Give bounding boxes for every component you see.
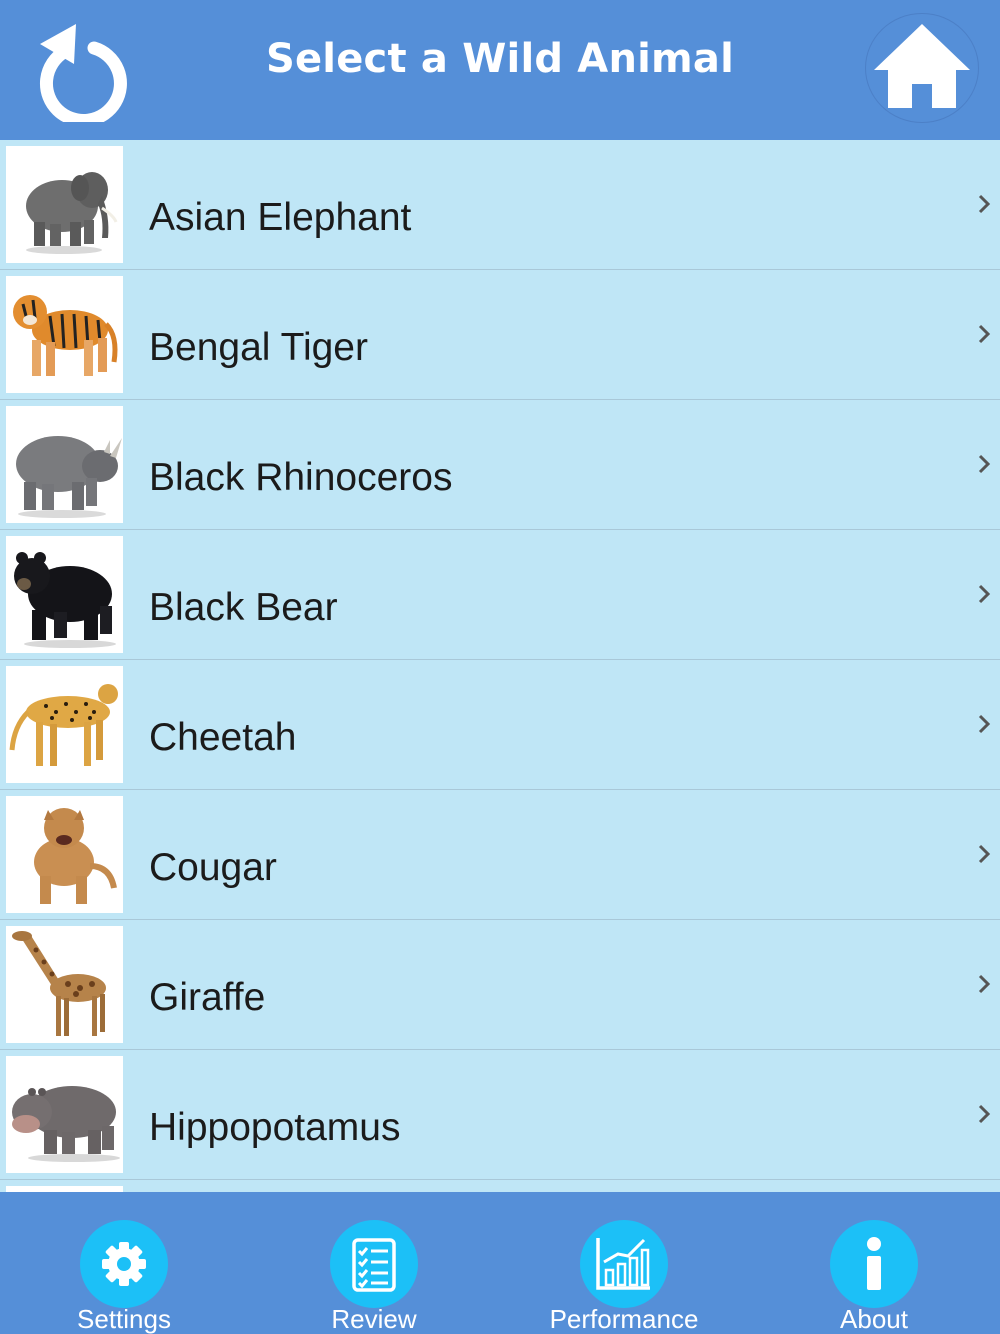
header-bar: Select a Wild Animal xyxy=(0,0,1000,140)
list-item-label: Giraffe xyxy=(149,976,266,1019)
list-item-giraffe[interactable]: Giraffe xyxy=(0,920,1000,1050)
list-item-label: Cougar xyxy=(149,846,277,889)
settings-button[interactable] xyxy=(80,1220,168,1308)
performance-button[interactable] xyxy=(580,1220,668,1308)
list-item-label: Asian Elephant xyxy=(149,196,412,239)
chevron-right-icon xyxy=(978,324,991,344)
about-button[interactable] xyxy=(830,1220,918,1308)
chevron-right-icon xyxy=(978,844,991,864)
giraffe-image xyxy=(6,926,123,1043)
list-item-cougar[interactable]: Cougar xyxy=(0,790,1000,920)
home-icon xyxy=(874,24,970,108)
page-title: Select a Wild Animal xyxy=(265,36,735,82)
hippopotamus-image xyxy=(6,1056,123,1173)
list-item-partial[interactable] xyxy=(0,1180,1000,1192)
tab-label: Performance xyxy=(549,1304,699,1334)
tab-label: Review xyxy=(331,1304,417,1334)
list-item-bengal-tiger[interactable]: Bengal Tiger xyxy=(0,270,1000,400)
checklist-icon xyxy=(352,1238,396,1292)
tab-label: Settings xyxy=(77,1304,171,1334)
review-button[interactable] xyxy=(330,1220,418,1308)
list-item-label: Black Bear xyxy=(149,586,338,629)
tab-performance[interactable]: Performance xyxy=(524,1192,724,1334)
list-item-black-rhinoceros[interactable]: Black Rhinoceros xyxy=(0,400,1000,530)
chevron-right-icon xyxy=(978,1104,991,1124)
list-item-label: Bengal Tiger xyxy=(149,326,368,369)
chevron-right-icon xyxy=(978,714,991,734)
chevron-right-icon xyxy=(978,584,991,604)
tab-label: About xyxy=(840,1304,908,1334)
cheetah-image xyxy=(6,666,123,783)
asian-elephant-image xyxy=(6,146,123,263)
cougar-image xyxy=(6,796,123,913)
chevron-right-icon xyxy=(978,194,991,214)
black-rhinoceros-image xyxy=(6,406,123,523)
list-item-label: Hippopotamus xyxy=(149,1106,401,1149)
animal-list: Asian Elephant Bengal Tiger Black Rhinoc… xyxy=(0,140,1000,1192)
home-button[interactable] xyxy=(866,14,978,122)
list-item-hippopotamus[interactable]: Hippopotamus xyxy=(0,1050,1000,1180)
list-item-label: Cheetah xyxy=(149,716,297,759)
tab-settings[interactable]: Settings xyxy=(24,1192,224,1334)
black-bear-image xyxy=(6,536,123,653)
list-item-label: Black Rhinoceros xyxy=(149,456,453,499)
list-item-asian-elephant[interactable]: Asian Elephant xyxy=(0,140,1000,270)
chevron-right-icon xyxy=(978,454,991,474)
bengal-tiger-image xyxy=(6,276,123,393)
tab-about[interactable]: About xyxy=(774,1192,974,1334)
chevron-right-icon xyxy=(978,974,991,994)
gear-icon xyxy=(102,1242,146,1286)
tab-bar: Settings Review Performance About xyxy=(0,1192,1000,1334)
tab-review[interactable]: Review xyxy=(274,1192,474,1334)
bar-chart-icon xyxy=(596,1238,650,1290)
info-icon xyxy=(867,1237,881,1290)
list-item-cheetah[interactable]: Cheetah xyxy=(0,660,1000,790)
list-item-black-bear[interactable]: Black Bear xyxy=(0,530,1000,660)
